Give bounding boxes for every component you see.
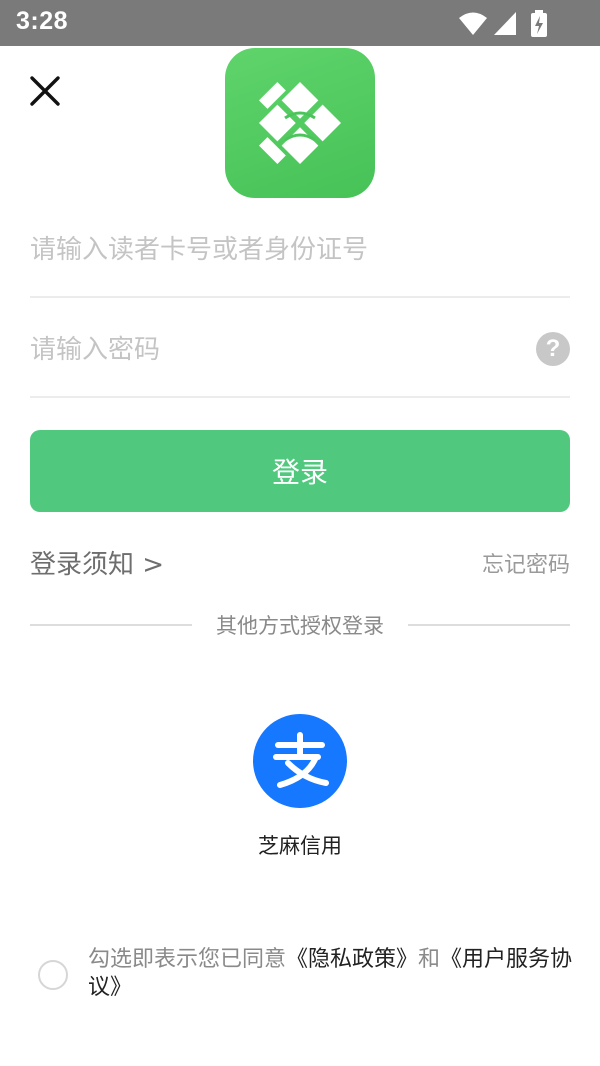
cellular-signal-icon [494, 12, 516, 35]
agreement-conjunction: 和 [418, 947, 441, 972]
agreement-prefix: 勾选即表示您已同意 [88, 947, 287, 972]
other-login-divider: 其他方式授权登录 [30, 608, 570, 642]
forgot-password-link[interactable]: 忘记密码 [482, 547, 570, 579]
close-button[interactable] [26, 72, 64, 110]
status-bar: 3:28 [0, 0, 600, 46]
password-input[interactable] [30, 328, 510, 372]
password-field: ? [30, 298, 570, 398]
account-field [30, 198, 570, 298]
agreement-text: 勾选即表示您已同意《隐私政策》和《用户服务协议》 [88, 946, 583, 1002]
agreement-checkbox[interactable] [38, 960, 68, 990]
close-icon [30, 76, 60, 106]
privacy-policy-link[interactable]: 《隐私政策》 [286, 947, 418, 972]
login-button[interactable]: 登录 [30, 430, 570, 512]
app-logo [225, 48, 375, 198]
login-notice-link[interactable]: 登录须知 > [30, 544, 164, 581]
alipay-login-button[interactable] [253, 714, 347, 808]
divider-line-right [408, 624, 570, 626]
battery-charging-icon [531, 10, 547, 37]
status-time: 3:28 [16, 7, 69, 35]
library-app-logo-icon [258, 81, 342, 165]
alipay-icon [273, 732, 329, 788]
wifi-icon [459, 12, 487, 35]
alipay-label: 芝麻信用 [258, 834, 342, 858]
status-icons [458, 10, 550, 37]
account-input[interactable] [30, 228, 510, 272]
help-icon[interactable]: ? [536, 332, 570, 366]
